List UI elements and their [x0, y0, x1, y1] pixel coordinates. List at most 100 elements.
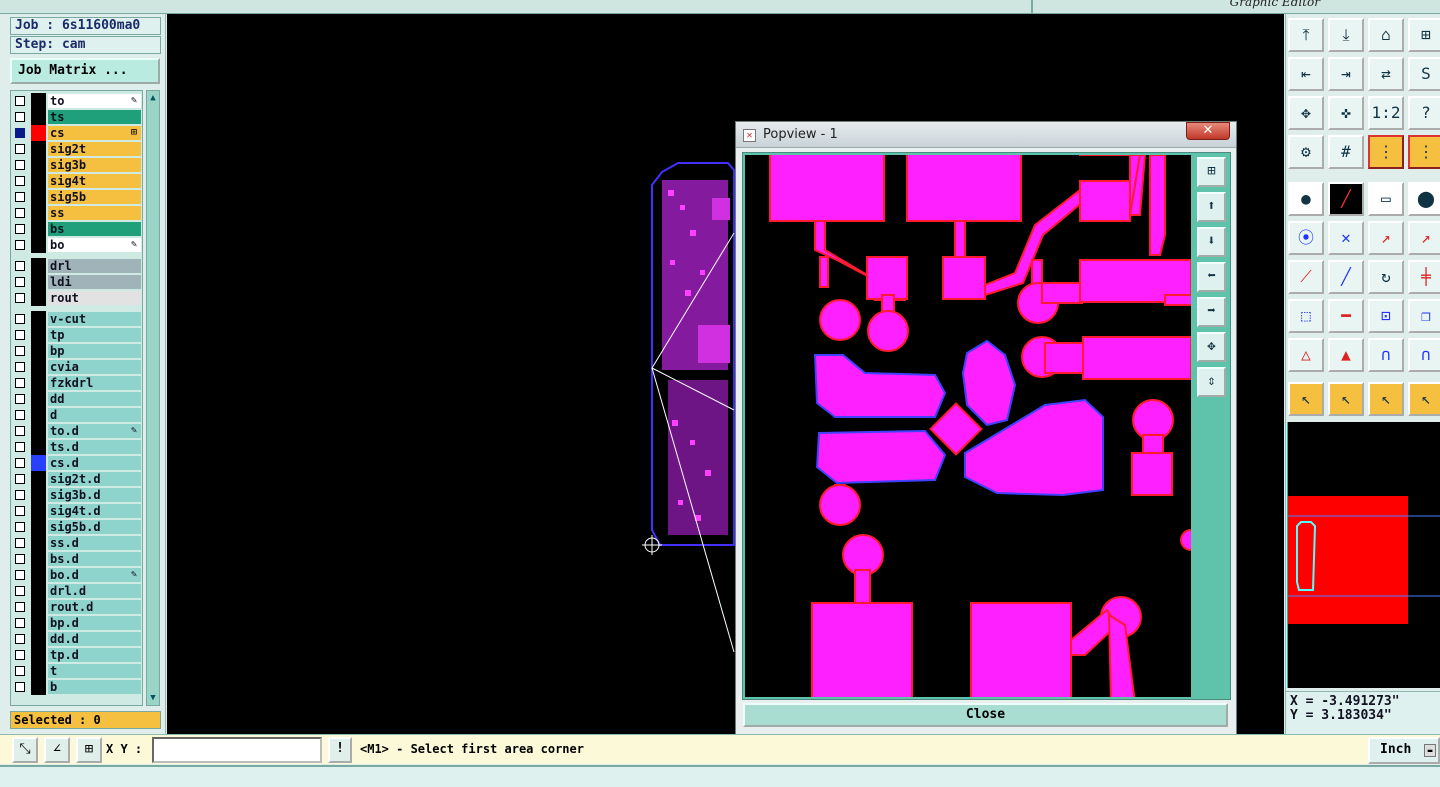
- layer-name[interactable]: bo.d ✎: [48, 568, 141, 582]
- warning-icon[interactable]: !: [328, 737, 352, 763]
- layer-checkbox[interactable]: [15, 458, 25, 468]
- layer-name[interactable]: rout: [48, 291, 141, 305]
- pv-pan-right-icon[interactable]: ➡: [1197, 297, 1226, 327]
- layer-list-scrollbar[interactable]: ▲ ▼: [146, 90, 160, 706]
- layer-color-swatch[interactable]: [31, 311, 46, 327]
- net-trace-icon[interactable]: ⋮: [1408, 135, 1440, 169]
- layer-row[interactable]: sig3b: [11, 157, 142, 173]
- net-highlight-icon[interactable]: ⋮: [1368, 135, 1404, 169]
- layer-name[interactable]: b: [48, 680, 141, 694]
- zoom-right-icon[interactable]: ⇥: [1328, 57, 1364, 91]
- layer-color-swatch[interactable]: [31, 647, 46, 663]
- zoom-fit-icon[interactable]: ✥: [1288, 96, 1324, 130]
- layer-name[interactable]: sig4t.d: [48, 504, 141, 518]
- layer-row[interactable]: bs: [11, 221, 142, 237]
- layer-name[interactable]: bs.d: [48, 552, 141, 566]
- layer-name[interactable]: sig5b.d: [48, 520, 141, 534]
- layer-checkbox[interactable]: [15, 293, 25, 303]
- layer-name[interactable]: sig5b: [48, 190, 141, 204]
- layer-checkbox[interactable]: [15, 586, 25, 596]
- layer-row[interactable]: sig3b.d: [11, 487, 142, 503]
- layer-name[interactable]: sig3b: [48, 158, 141, 172]
- layer-color-swatch[interactable]: [31, 663, 46, 679]
- layer-row[interactable]: ts: [11, 109, 142, 125]
- arch-icon[interactable]: ∩: [1368, 338, 1404, 372]
- layer-name[interactable]: sig2t.d: [48, 472, 141, 486]
- triangle-cursor-icon[interactable]: ▲: [1328, 338, 1364, 372]
- layer-color-swatch[interactable]: [31, 471, 46, 487]
- layer-checkbox[interactable]: [15, 634, 25, 644]
- layer-row[interactable]: bo ✎: [11, 237, 142, 253]
- layer-row[interactable]: drl: [11, 258, 142, 274]
- layer-checkbox[interactable]: [15, 618, 25, 628]
- layer-checkbox[interactable]: [15, 144, 25, 154]
- layer-checkbox[interactable]: [15, 277, 25, 287]
- layer-color-swatch[interactable]: [31, 274, 46, 290]
- layer-checkbox[interactable]: [15, 506, 25, 516]
- layer-row[interactable]: bp: [11, 343, 142, 359]
- layer-name[interactable]: tp.d: [48, 648, 141, 662]
- layer-name[interactable]: to.d ✎: [48, 424, 141, 438]
- move-feature-icon[interactable]: ⬚: [1288, 299, 1324, 333]
- xy-input[interactable]: [152, 737, 322, 763]
- layer-row[interactable]: ts.d: [11, 439, 142, 455]
- layer-checkbox[interactable]: [15, 490, 25, 500]
- angle-snap-icon[interactable]: ∠: [44, 737, 70, 763]
- copy-feature-icon[interactable]: ❐: [1408, 299, 1440, 333]
- layer-row[interactable]: sig2t.d: [11, 471, 142, 487]
- pv-zoom-in-icon[interactable]: ⊞: [1197, 157, 1226, 187]
- layer-color-swatch[interactable]: [31, 93, 46, 109]
- layer-row[interactable]: fzkdrl: [11, 375, 142, 391]
- layer-checkbox[interactable]: [15, 240, 25, 250]
- layer-checkbox[interactable]: [15, 314, 25, 324]
- layer-row[interactable]: dd: [11, 391, 142, 407]
- layer-checkbox[interactable]: [15, 442, 25, 452]
- layer-checkbox[interactable]: [15, 362, 25, 372]
- grid-icon[interactable]: #: [1328, 135, 1364, 169]
- zoom-down-icon[interactable]: ⤓: [1328, 18, 1364, 52]
- ruler-icon[interactable]: ▭: [1368, 182, 1404, 216]
- job-matrix-button[interactable]: Job Matrix ...: [10, 58, 160, 84]
- layer-checkbox[interactable]: [15, 160, 25, 170]
- rotate-icon[interactable]: ↻: [1368, 260, 1404, 294]
- layer-color-swatch[interactable]: [31, 258, 46, 274]
- settings-palette-icon[interactable]: ⚙: [1288, 135, 1324, 169]
- layer-name[interactable]: sig2t: [48, 142, 141, 156]
- layer-row[interactable]: t: [11, 663, 142, 679]
- layer-row[interactable]: bp.d: [11, 615, 142, 631]
- popview-zoom-view[interactable]: [745, 155, 1191, 697]
- layer-checkbox[interactable]: [15, 128, 25, 138]
- split-view-icon[interactable]: ⊞: [1408, 18, 1440, 52]
- snap-diagonal-icon[interactable]: ⤡: [12, 737, 38, 763]
- layer-row[interactable]: d: [11, 407, 142, 423]
- layer-checkbox[interactable]: [15, 682, 25, 692]
- layer-color-swatch[interactable]: [31, 157, 46, 173]
- layer-color-swatch[interactable]: [31, 567, 46, 583]
- layer-row[interactable]: rout.d: [11, 599, 142, 615]
- help-icon[interactable]: ?: [1408, 96, 1440, 130]
- mirror-icon[interactable]: ⇄: [1368, 57, 1404, 91]
- measure-icon[interactable]: ⊡: [1368, 299, 1404, 333]
- layer-name[interactable]: v-cut: [48, 312, 141, 326]
- layer-name[interactable]: sig3b.d: [48, 488, 141, 502]
- arc-line-icon[interactable]: ↗: [1368, 221, 1404, 255]
- layer-color-swatch[interactable]: [31, 221, 46, 237]
- layer-checkbox[interactable]: [15, 112, 25, 122]
- layer-checkbox[interactable]: [15, 666, 25, 676]
- layer-checkbox[interactable]: [15, 224, 25, 234]
- horizontal-line-icon[interactable]: ━: [1328, 299, 1364, 333]
- zoom-left-icon[interactable]: ⇤: [1288, 57, 1324, 91]
- layer-checkbox[interactable]: [15, 474, 25, 484]
- layer-name[interactable]: tp: [48, 328, 141, 342]
- layer-name[interactable]: t: [48, 664, 141, 678]
- layer-checkbox[interactable]: [15, 96, 25, 106]
- layer-color-swatch[interactable]: [31, 519, 46, 535]
- layer-checkbox[interactable]: [15, 602, 25, 612]
- layer-checkbox[interactable]: [15, 394, 25, 404]
- layer-row[interactable]: sig4t.d: [11, 503, 142, 519]
- layer-color-swatch[interactable]: [31, 407, 46, 423]
- layer-row[interactable]: cs.d: [11, 455, 142, 471]
- mini-map[interactable]: [1287, 422, 1440, 688]
- layer-name[interactable]: ts.d: [48, 440, 141, 454]
- popview-title-bar[interactable]: ✕ Popview - 1 ✕: [736, 122, 1236, 148]
